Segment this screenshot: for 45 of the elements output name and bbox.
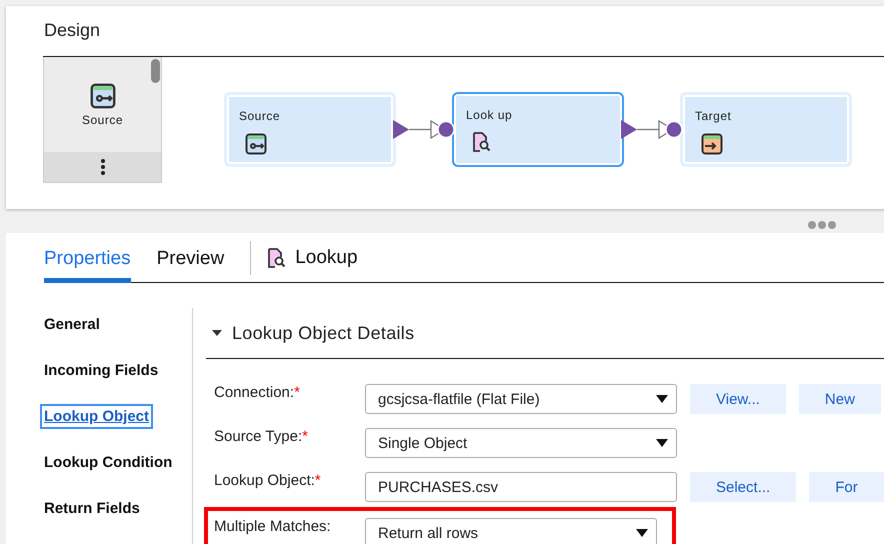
tab[interactable]: Preview [156, 234, 224, 283]
panel-title: Design [44, 20, 102, 42]
action-button[interactable]: For [809, 472, 884, 502]
table-import-icon [701, 133, 723, 155]
more-icon[interactable] [100, 159, 104, 175]
object-title: Lookup [295, 246, 358, 268]
node-label: Target [695, 109, 732, 123]
sidebar-item[interactable]: Lookup Object [42, 406, 151, 427]
node-label: Look up [466, 108, 514, 122]
sidebar-item[interactable]: Lookup Condition [42, 452, 174, 473]
field-label: Multiple Matches: [214, 518, 331, 535]
diagram-node[interactable]: Look up [452, 92, 624, 167]
caret-icon [656, 395, 668, 403]
caret-icon [636, 529, 648, 537]
required-mark: * [314, 472, 321, 489]
action-button[interactable]: Select... [690, 472, 796, 502]
sidebar-item[interactable]: Incoming Fields [42, 360, 160, 381]
connector-arrow [621, 120, 683, 139]
field-label: Connection: [214, 384, 294, 401]
input-field[interactable]: PURCHASES.csv [365, 472, 677, 502]
node-label: Source [239, 109, 282, 123]
document-search-icon [472, 132, 492, 152]
dropdown-field[interactable]: Return all rows [365, 518, 657, 544]
required-mark: * [302, 428, 308, 445]
document-search-icon [267, 248, 288, 268]
palette-item-label[interactable]: Source [82, 113, 124, 127]
field-label: Lookup Object: [214, 472, 315, 489]
sidebar-item[interactable]: General [42, 314, 102, 335]
field-label: Source Type: [214, 428, 302, 445]
table-export-icon [245, 133, 267, 155]
table-export-icon [90, 83, 116, 109]
tab[interactable]: Properties [44, 234, 131, 283]
section-header[interactable]: Lookup Object Details [206, 308, 884, 359]
diagram-node[interactable]: Source [224, 92, 396, 167]
action-button[interactable]: New [798, 384, 881, 414]
sidebar-item[interactable]: Return Fields [42, 498, 142, 519]
dropdown-field[interactable]: Single Object [365, 428, 677, 458]
action-button[interactable]: View... [690, 384, 786, 414]
diagram-node[interactable]: Target [680, 92, 852, 167]
caret-icon [656, 439, 668, 447]
required-mark: * [294, 384, 300, 401]
dropdown-field[interactable]: gcsjcsa-flatfile (Flat File) [365, 384, 677, 414]
connector-arrow [393, 120, 455, 139]
caret-icon [212, 330, 222, 336]
scrollbar-thumb[interactable] [151, 59, 160, 83]
